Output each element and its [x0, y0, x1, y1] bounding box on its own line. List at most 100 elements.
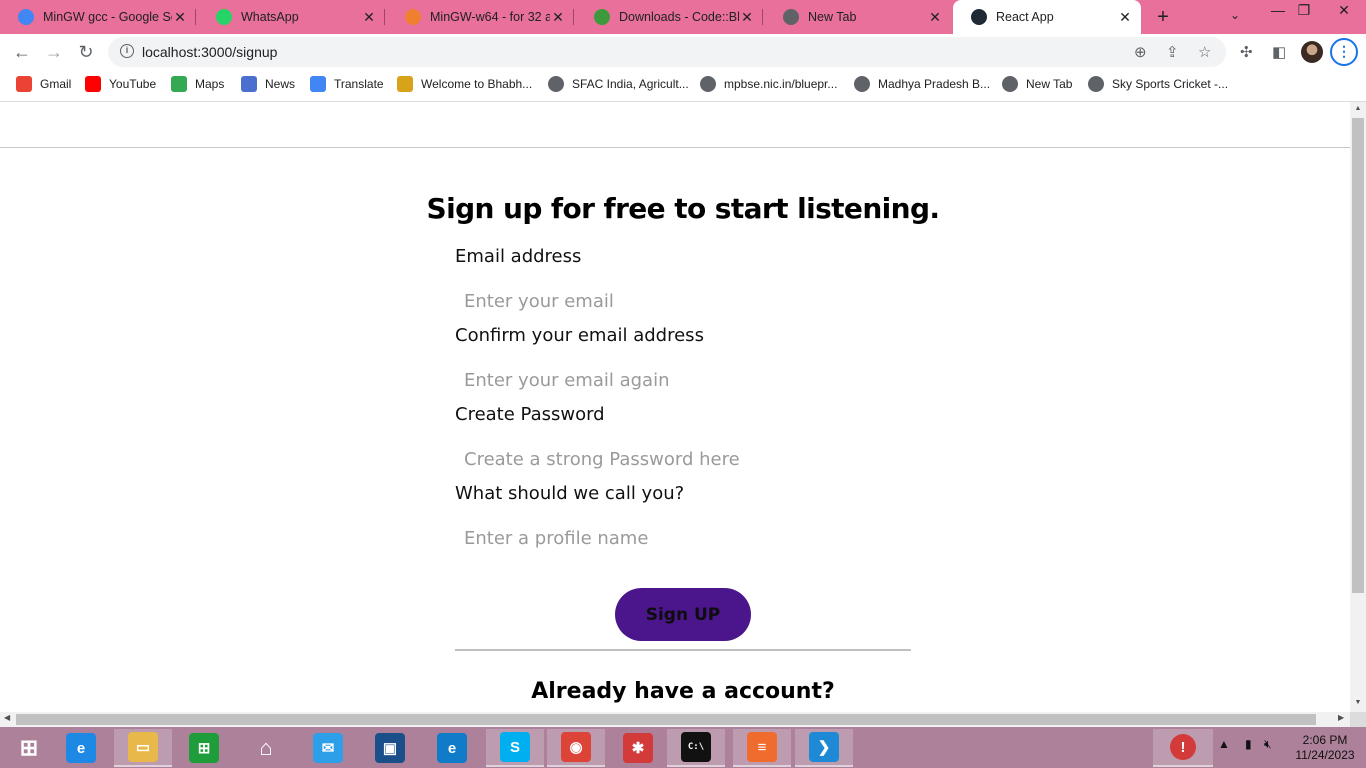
tab-search-chevron-icon[interactable]: ⌄ — [1230, 8, 1240, 22]
taskbar-app[interactable]: ❯ — [795, 729, 853, 767]
notification-app-icon[interactable]: ! — [1153, 729, 1213, 767]
tab-close-icon[interactable]: ✕ — [927, 9, 943, 26]
forward-arrow-icon[interactable]: → — [42, 40, 66, 64]
bookmark-label: YouTube — [109, 77, 157, 91]
taskbar-app[interactable]: ▭ — [114, 729, 172, 767]
restore-icon[interactable]: ❐ — [1284, 2, 1324, 19]
taskbar-app[interactable]: C:\ — [667, 729, 725, 767]
browser-tab[interactable]: Downloads - Code::Bloc✕ — [576, 0, 763, 34]
share-icon[interactable]: ⇪ — [1166, 43, 1179, 61]
bookmark-item[interactable]: Maps — [171, 76, 224, 92]
tab-strip: + ⌄ — ❐ ✕ MinGW gcc - Google Se ✕ WhatsApp… — [0, 0, 1366, 34]
already-have-account-text: Already have a account? — [531, 679, 835, 704]
tab-close-icon[interactable]: ✕ — [172, 9, 188, 26]
sign-up-button[interactable]: Sign UP — [615, 588, 751, 641]
bookmark-label: Sky Sports Cricket -... — [1112, 77, 1229, 91]
react-icon — [971, 9, 987, 25]
show-hidden-icons-icon[interactable]: ▲ — [1218, 737, 1230, 751]
chrome-icon — [783, 9, 799, 25]
close-window-icon[interactable]: ✕ — [1324, 2, 1364, 19]
zoom-icon[interactable]: ⊕ — [1134, 43, 1147, 61]
address-bar[interactable]: i localhost:3000/signup ⊕ ⇪ ☆ — [108, 37, 1226, 67]
sublime-icon: ≡ — [747, 732, 777, 762]
bookmark-item[interactable]: Sky Sports Cricket -... — [1088, 76, 1228, 92]
tab-title: New Tab — [808, 10, 857, 24]
vertical-scrollbar[interactable]: ▲ ▼ — [1350, 102, 1366, 712]
battery-icon[interactable]: ▮ — [1245, 737, 1252, 751]
site-info-icon[interactable]: i — [120, 44, 134, 58]
password-field[interactable] — [455, 441, 905, 477]
back-arrow-icon[interactable]: ← — [10, 40, 34, 64]
clock-date: 11/24/2023 — [1295, 748, 1355, 762]
browser-tab[interactable]: New Tab ✕ — [765, 0, 951, 34]
taskbar-app[interactable]: ⌂ — [237, 729, 295, 767]
horizontal-scroll-thumb[interactable] — [16, 714, 1316, 725]
bookmark-item[interactable]: New Tab — [1002, 76, 1072, 92]
bookmark-item[interactable]: Madhya Pradesh B... — [854, 76, 990, 92]
globe-icon — [854, 76, 870, 92]
windows-taskbar: ! ▲ ▮ 🔇︎ 2:06 PM 11/24/2023 ⊞ e ▭ ⊞ ⌂ ✉ ▣ e S ◉ ✱ C… — [0, 727, 1366, 768]
reload-icon[interactable]: ↻ — [74, 40, 98, 64]
bookmark-item[interactable]: Gmail — [16, 76, 71, 92]
bookmark-item[interactable]: mpbse.nic.in/bluepr... — [700, 76, 837, 92]
bookmark-label: Madhya Pradesh B... — [878, 77, 991, 91]
browser-tab[interactable]: React App ✕ — [953, 0, 1141, 34]
horizontal-scrollbar[interactable]: ◀ ▶ — [0, 712, 1350, 727]
chrome-icon: ◉ — [561, 732, 591, 762]
bookmark-label: News — [265, 77, 296, 91]
url-text[interactable]: localhost:3000/signup — [142, 44, 277, 60]
bookmark-item[interactable]: YouTube — [85, 76, 156, 92]
bookmark-star-icon[interactable]: ☆ — [1198, 43, 1211, 61]
start-icon: ⊞ — [19, 735, 39, 760]
browser-tab[interactable]: WhatsApp ✕ — [198, 0, 385, 34]
email-field[interactable] — [455, 283, 905, 319]
bookmark-label: mpbse.nic.in/bluepr... — [724, 77, 838, 91]
scroll-down-icon[interactable]: ▼ — [1350, 699, 1366, 706]
tab-close-icon[interactable]: ✕ — [739, 9, 755, 26]
bookmark-item[interactable]: Welcome to Bhabh... — [397, 76, 532, 92]
mail-icon: ✉ — [313, 733, 343, 763]
tab-title: React App — [996, 10, 1054, 24]
scroll-right-icon[interactable]: ▶ — [1338, 713, 1344, 722]
taskbar-app[interactable]: ◉ — [547, 729, 605, 767]
tab-close-icon[interactable]: ✕ — [1117, 9, 1133, 26]
bookmark-item[interactable]: SFAC India, Agricult... — [548, 76, 689, 92]
terminal-icon: C:\ — [681, 732, 711, 762]
profile-name-field[interactable] — [455, 520, 905, 556]
tab-close-icon[interactable]: ✕ — [361, 9, 377, 26]
taskbar-app[interactable]: ≡ — [733, 729, 791, 767]
tab-close-icon[interactable]: ✕ — [550, 9, 566, 26]
browser-menu-icon[interactable]: ⋮ — [1330, 38, 1358, 66]
new-tab-button[interactable]: + — [1150, 4, 1176, 30]
browser-tab[interactable]: MinGW-w64 - for 32 an ✕ — [387, 0, 574, 34]
volume-muted-icon[interactable]: 🔇︎ — [1264, 737, 1272, 752]
codeblocks-icon: ✱ — [623, 733, 653, 763]
bookmarks-bar: Gmail YouTube Maps News Translate Welcome to … — [0, 70, 1366, 100]
browser-tab[interactable]: MinGW gcc - Google Se ✕ — [0, 0, 196, 34]
gmail-icon — [16, 76, 32, 92]
internet-explorer-icon: e — [66, 733, 96, 763]
google-icon — [18, 9, 34, 25]
profile-avatar[interactable] — [1301, 41, 1323, 63]
taskbar-app[interactable]: ▣ — [361, 729, 419, 767]
section-divider — [455, 649, 911, 651]
bookmark-item[interactable]: News — [241, 76, 295, 92]
system-clock[interactable]: 2:06 PM 11/24/2023 — [1290, 733, 1360, 763]
confirm-email-field[interactable] — [455, 362, 905, 398]
taskbar-app[interactable]: e — [423, 729, 481, 767]
taskbar-app[interactable]: ✱ — [609, 729, 667, 767]
taskbar-app[interactable]: ⊞ — [0, 729, 58, 767]
home-icon: ⌂ — [259, 735, 273, 760]
taskbar-app[interactable]: ✉ — [299, 729, 357, 767]
bookmark-item[interactable]: Translate — [310, 76, 384, 92]
scroll-up-icon[interactable]: ▲ — [1350, 105, 1366, 112]
profile-name-label: What should we call you? — [455, 483, 685, 504]
side-panel-icon[interactable]: ◧ — [1272, 43, 1286, 61]
extensions-icon[interactable]: ✣ — [1240, 43, 1253, 61]
taskbar-app[interactable]: e — [52, 729, 110, 767]
taskbar-app[interactable]: S — [486, 729, 544, 767]
vertical-scroll-thumb[interactable] — [1352, 118, 1364, 593]
taskbar-app[interactable]: ⊞ — [175, 729, 233, 767]
codeblocks-icon — [594, 9, 610, 25]
scroll-left-icon[interactable]: ◀ — [4, 713, 10, 722]
